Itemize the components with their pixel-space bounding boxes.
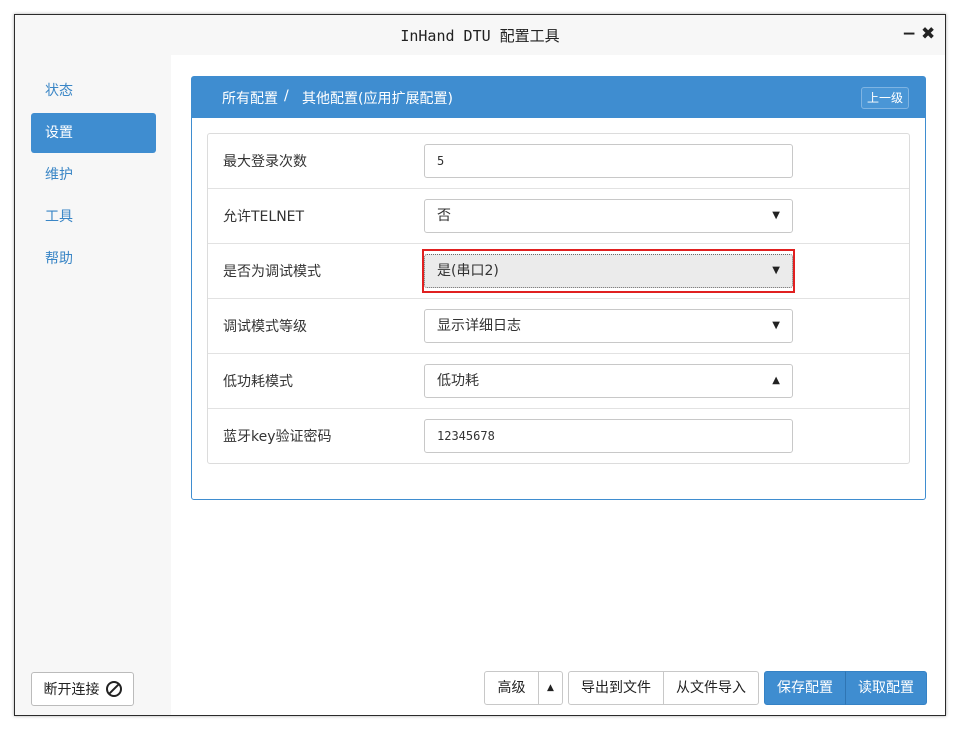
select-value: 低功耗 <box>437 373 479 389</box>
config-panel: 所有配置 / 其他配置(应用扩展配置) 上一级 最大登录次数 5 允许TELNE… <box>191 76 926 500</box>
close-button[interactable]: ✖ <box>921 24 935 44</box>
allow-telnet-select[interactable]: 否 ▼ <box>424 199 793 233</box>
form-row: 最大登录次数 5 <box>208 134 909 189</box>
sidebar-item-help[interactable]: 帮助 <box>31 239 156 279</box>
caret-down-icon: ▼ <box>772 320 780 331</box>
minimize-button[interactable]: − <box>902 24 916 44</box>
field-label: 调试模式等级 <box>223 319 307 335</box>
sidebar-item-tools[interactable]: 工具 <box>31 197 156 237</box>
export-to-file-button[interactable]: 导出到文件 <box>568 671 664 705</box>
caret-down-icon: ▼ <box>772 210 780 221</box>
field-label: 允许TELNET <box>223 209 305 225</box>
ban-icon <box>105 681 122 697</box>
window-title: InHand DTU 配置工具 <box>400 27 560 45</box>
sidebar-item-maintenance[interactable]: 维护 <box>31 155 156 195</box>
field-label: 蓝牙key验证密码 <box>223 429 332 445</box>
breadcrumb-separator: / <box>284 88 289 104</box>
read-config-button[interactable]: 读取配置 <box>845 671 927 705</box>
save-config-button[interactable]: 保存配置 <box>764 671 846 705</box>
field-label: 是否为调试模式 <box>223 264 321 280</box>
disconnect-button[interactable]: 断开连接 <box>31 672 134 706</box>
low-power-mode-select[interactable]: 低功耗 ▲ <box>424 364 793 398</box>
form-row: 调试模式等级 显示详细日志 ▼ <box>208 299 909 354</box>
breadcrumb-current: 其他配置(应用扩展配置) <box>302 91 453 107</box>
advanced-button[interactable]: 高级 <box>484 671 539 705</box>
select-value: 否 <box>437 208 451 224</box>
panel-header: 所有配置 / 其他配置(应用扩展配置) 上一级 <box>192 77 925 118</box>
form-row: 是否为调试模式 是(串口2) ▼ <box>208 244 909 299</box>
debug-level-select[interactable]: 显示详细日志 ▼ <box>424 309 793 343</box>
main-content: 所有配置 / 其他配置(应用扩展配置) 上一级 最大登录次数 5 允许TELNE… <box>171 55 945 715</box>
sidebar-item-settings[interactable]: 设置 <box>31 113 156 153</box>
select-value: 是(串口2) <box>437 263 499 279</box>
app-window: InHand DTU 配置工具 − ✖ 状态 设置 维护 工具 帮助 断开连接 … <box>14 14 946 716</box>
caret-up-icon: ▲ <box>772 375 780 386</box>
config-form: 最大登录次数 5 允许TELNET 否 ▼ 是否为调试模式 是(串口2) ▼ 调… <box>207 133 910 464</box>
advanced-toggle-button[interactable]: ▲ <box>538 671 563 705</box>
title-bar: InHand DTU 配置工具 − ✖ <box>15 15 945 55</box>
field-label: 低功耗模式 <box>223 374 293 390</box>
breadcrumb-root[interactable]: 所有配置 <box>222 88 278 108</box>
sidebar-item-status[interactable]: 状态 <box>31 71 156 111</box>
field-label: 最大登录次数 <box>223 154 307 170</box>
max-login-attempts-input[interactable]: 5 <box>424 144 793 178</box>
caret-down-icon: ▼ <box>772 265 780 276</box>
bluetooth-key-password-input[interactable]: 12345678 <box>424 419 793 453</box>
up-level-button[interactable]: 上一级 <box>861 87 909 109</box>
import-from-file-button[interactable]: 从文件导入 <box>663 671 759 705</box>
disconnect-label: 断开连接 <box>43 682 100 698</box>
debug-mode-select[interactable]: 是(串口2) ▼ <box>424 254 793 288</box>
form-row: 允许TELNET 否 ▼ <box>208 189 909 244</box>
select-value: 显示详细日志 <box>437 318 521 334</box>
form-row: 低功耗模式 低功耗 ▲ <box>208 354 909 409</box>
form-row: 蓝牙key验证密码 12345678 <box>208 409 909 464</box>
sidebar: 状态 设置 维护 工具 帮助 断开连接 <box>15 55 171 715</box>
